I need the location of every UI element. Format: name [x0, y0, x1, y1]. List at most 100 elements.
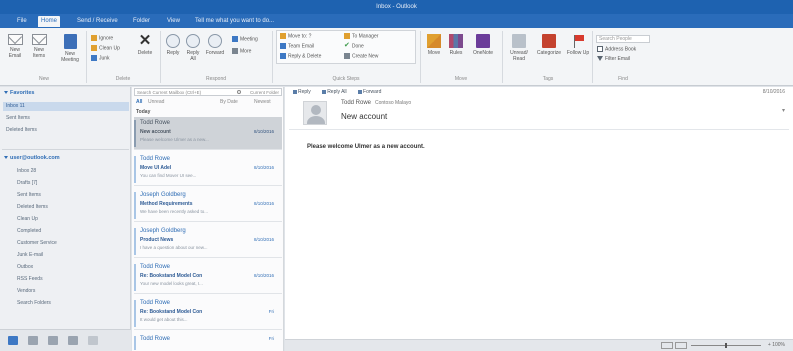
address-book-button[interactable]: Address Book	[597, 46, 636, 53]
tab-home[interactable]: Home	[38, 16, 61, 27]
clean-up-button[interactable]: Clean Up	[91, 45, 120, 52]
reading-forward-label: Forward	[363, 89, 382, 95]
tab-view[interactable]: View	[164, 16, 183, 27]
onenote-button[interactable]: OneNote	[470, 34, 496, 56]
sort-order-toggle[interactable]: Newest	[254, 99, 271, 105]
reading-reply-all-button[interactable]: Reply All	[322, 89, 351, 95]
rules-button[interactable]: Rules	[446, 34, 466, 56]
message-item[interactable]: Todd Rowe Re: Bookstand Model Con It wou…	[134, 297, 282, 330]
message-item[interactable]: Todd Rowe Fri	[134, 333, 282, 351]
message-list: Search Current Mailbox (Ctrl+E) Current …	[132, 87, 284, 351]
folder-favorite-inbox[interactable]: Inbox 11	[3, 102, 129, 111]
tell-me-box[interactable]: Tell me what you want to do...	[192, 16, 277, 27]
meeting-button[interactable]: Meeting	[232, 36, 258, 43]
folder-junk[interactable]: Junk E-mail	[14, 251, 129, 260]
new-meeting-button[interactable]: New Meeting	[56, 34, 84, 63]
delete-button[interactable]: ✕ Delete	[136, 33, 154, 56]
account-header[interactable]: user@outlook.com	[4, 155, 60, 161]
filter-unread[interactable]: Unread	[148, 99, 164, 105]
reading-reply-button[interactable]: Reply	[293, 89, 316, 95]
move-button[interactable]: Move	[424, 34, 444, 56]
team-email-icon	[280, 43, 286, 49]
new-items-button[interactable]: New Items	[28, 34, 50, 59]
onenote-icon	[476, 34, 490, 48]
tab-folder[interactable]: Folder	[130, 16, 153, 27]
tasks-icon[interactable]	[68, 336, 78, 345]
message-marker	[134, 228, 136, 255]
envelope-icon	[7, 34, 23, 45]
message-item[interactable]: Todd Rowe New account Please welcome Ulm…	[134, 117, 282, 150]
categorize-label: Categorize	[536, 50, 562, 56]
people-icon[interactable]	[48, 336, 58, 345]
new-email-button[interactable]: New Email	[4, 34, 26, 59]
search-mailbox-input[interactable]: Search Current Mailbox (Ctrl+E) Current …	[134, 88, 282, 96]
message-subject: Re: Bookstand Model Con	[140, 273, 203, 279]
tab-file[interactable]: File	[14, 16, 30, 27]
tab-send-receive[interactable]: Send / Receive	[74, 16, 121, 27]
group-label-delete: Delete	[115, 76, 131, 82]
ignore-button[interactable]: Ignore	[91, 35, 113, 42]
folder-favorite-sent[interactable]: Sent Items	[3, 114, 118, 123]
reply-all-button[interactable]: Reply All	[184, 34, 202, 62]
group-label-respond: Respond	[205, 76, 226, 82]
folder-sent-items[interactable]: Sent Items	[14, 191, 129, 200]
sort-by-dropdown[interactable]: By Date	[220, 99, 238, 105]
unread-read-button[interactable]: Unread/ Read	[506, 34, 532, 62]
folder-customer-service[interactable]: Customer Service	[14, 239, 129, 248]
favorites-header[interactable]: Favorites	[4, 90, 34, 96]
follow-up-button[interactable]: Follow Up	[566, 34, 590, 56]
quick-step-move-to[interactable]: Move to: ?	[280, 33, 311, 40]
junk-button[interactable]: Junk	[91, 55, 110, 62]
zoom-level[interactable]: + 100%	[768, 342, 785, 348]
message-item[interactable]: Todd Rowe Re: Bookstand Model Con Your n…	[134, 261, 282, 294]
reading-date: 8/10/2016	[762, 89, 785, 95]
mail-icon[interactable]	[8, 336, 18, 345]
quick-step-team-email[interactable]: Team Email	[280, 43, 314, 50]
folder-deleted-items[interactable]: Deleted Items	[14, 203, 129, 212]
reading-view-button[interactable]	[675, 342, 687, 349]
folder-inbox[interactable]: Inbox 28	[14, 167, 129, 176]
folder-outbox[interactable]: Outbox	[14, 263, 129, 272]
folder-completed[interactable]: Completed	[14, 227, 129, 236]
message-item[interactable]: Todd Rowe Move UI Adel You can find Move…	[134, 153, 282, 186]
filter-all[interactable]: All	[136, 99, 142, 105]
search-people-input[interactable]: Search People	[596, 35, 650, 43]
folder-pane: Favorites Inbox 11 Sent Items Deleted It…	[0, 87, 131, 329]
message-preview: We have been recently asked to...	[140, 209, 208, 214]
reply-icon	[293, 89, 297, 94]
folder-vendors[interactable]: Vendors	[14, 287, 129, 296]
reading-sender[interactable]: Todd Rowe	[341, 100, 371, 106]
normal-view-button[interactable]	[661, 342, 673, 349]
reply-button[interactable]: Reply	[164, 34, 182, 56]
zoom-slider-handle[interactable]	[725, 343, 727, 348]
filter-email-button[interactable]: Filter Email	[597, 56, 630, 63]
quick-step-create-new[interactable]: Create New	[344, 53, 378, 60]
folder-drafts[interactable]: Drafts [7]	[14, 179, 129, 188]
expand-header-icon[interactable]: ▾	[782, 107, 785, 114]
filter-icon	[597, 56, 603, 62]
folder-clean-up[interactable]: Clean Up	[14, 215, 129, 224]
categorize-button[interactable]: Categorize	[534, 34, 564, 56]
folder-favorite-deleted[interactable]: Deleted Items	[3, 126, 118, 135]
message-sender: Todd Rowe	[140, 300, 171, 306]
search-scope-dropdown[interactable]: Current Folder	[250, 90, 279, 95]
calendar-nav-icon[interactable]	[28, 336, 38, 345]
quick-step-done[interactable]: ✔ Done	[344, 42, 364, 50]
address-book-icon	[597, 46, 603, 52]
message-sender: Todd Rowe	[140, 120, 171, 126]
folder-rss-feeds[interactable]: RSS Feeds	[14, 275, 129, 284]
quick-step-reply-delete[interactable]: Reply & Delete	[280, 53, 321, 60]
forward-button[interactable]: Forward	[204, 34, 226, 56]
reading-recipient[interactable]: Contoso Malayo	[375, 100, 411, 106]
move-label: Move	[427, 50, 441, 56]
message-date: 8/10/2016	[253, 165, 274, 170]
more-respond-button[interactable]: More	[232, 48, 251, 55]
more-dots-icon[interactable]	[88, 336, 98, 345]
message-item[interactable]: Joseph Goldberg Product News I have a qu…	[134, 225, 282, 258]
reading-forward-button[interactable]: Forward	[358, 89, 386, 95]
group-divider	[592, 31, 593, 83]
folder-search-folders[interactable]: Search Folders	[14, 299, 129, 308]
reply-delete-label: Reply & Delete	[288, 53, 322, 60]
quick-step-to-manager[interactable]: To Manager	[344, 33, 378, 40]
message-item[interactable]: Joseph Goldberg Method Requirements We h…	[134, 189, 282, 222]
